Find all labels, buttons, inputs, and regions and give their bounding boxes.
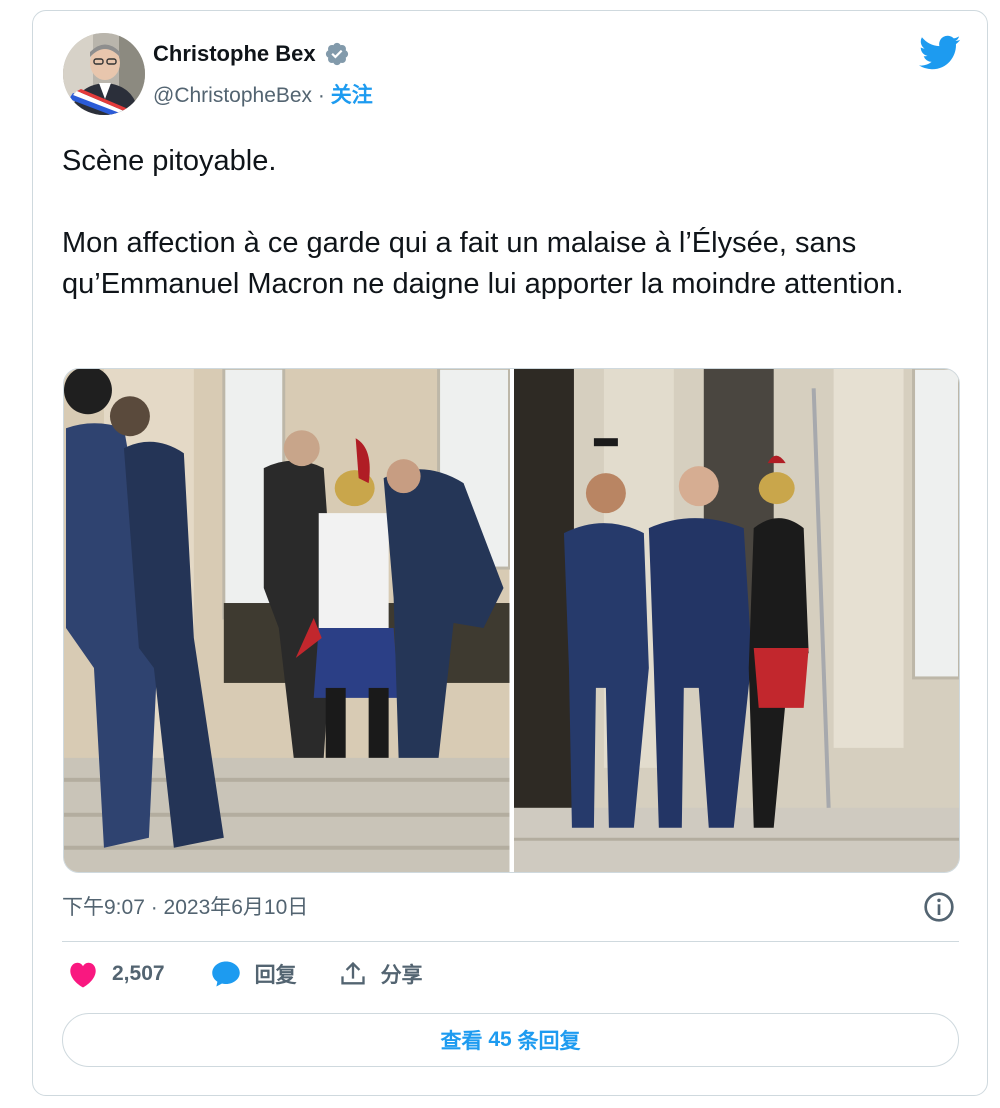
author-name-row: Christophe Bex [153,41,350,67]
photo-macron-guest[interactable] [513,369,959,872]
share-label: 分享 [380,964,423,987]
view-replies-button[interactable]: 查看 45 条回复 [62,1013,959,1067]
like-button[interactable]: 2,507 [68,961,165,988]
reply-button[interactable]: 回复 [211,959,297,989]
verified-badge-icon [325,42,348,66]
heart-icon [70,962,96,988]
twitter-bird-icon[interactable] [919,35,961,71]
info-icon[interactable] [923,891,955,923]
replies-suffix: 条回复 [511,1030,581,1053]
like-count: 2,507 [112,962,165,985]
author-handle-row: @ChristopheBex · 关注 [153,79,373,109]
avatar[interactable] [63,33,145,115]
replies-count: 45 [488,1028,512,1051]
replies-prefix: 查看 [440,1030,489,1053]
reply-bubble-icon [211,961,240,987]
tweet-timestamp[interactable]: 下午9:07 · 2023年6月10日 [62,891,308,921]
tweet-media[interactable] [63,368,960,873]
reply-label: 回复 [254,964,297,987]
follow-button[interactable]: 关注 [331,84,373,107]
author-handle[interactable]: @ChristopheBex [153,84,312,107]
tweet-actions: 2,507 回复 分享 [62,959,423,989]
tweet-card: Christophe Bex @ChristopheBex · 关注 Scène… [32,10,988,1096]
handle-separator: · [312,84,331,107]
share-button[interactable]: 分享 [339,959,423,989]
author-name[interactable]: Christophe Bex [153,41,316,67]
share-icon [340,961,365,985]
photo-guard-fainting[interactable] [64,369,510,872]
tweet-text: Scène pitoyable. Mon affection à ce gard… [62,145,904,300]
divider [62,941,959,942]
